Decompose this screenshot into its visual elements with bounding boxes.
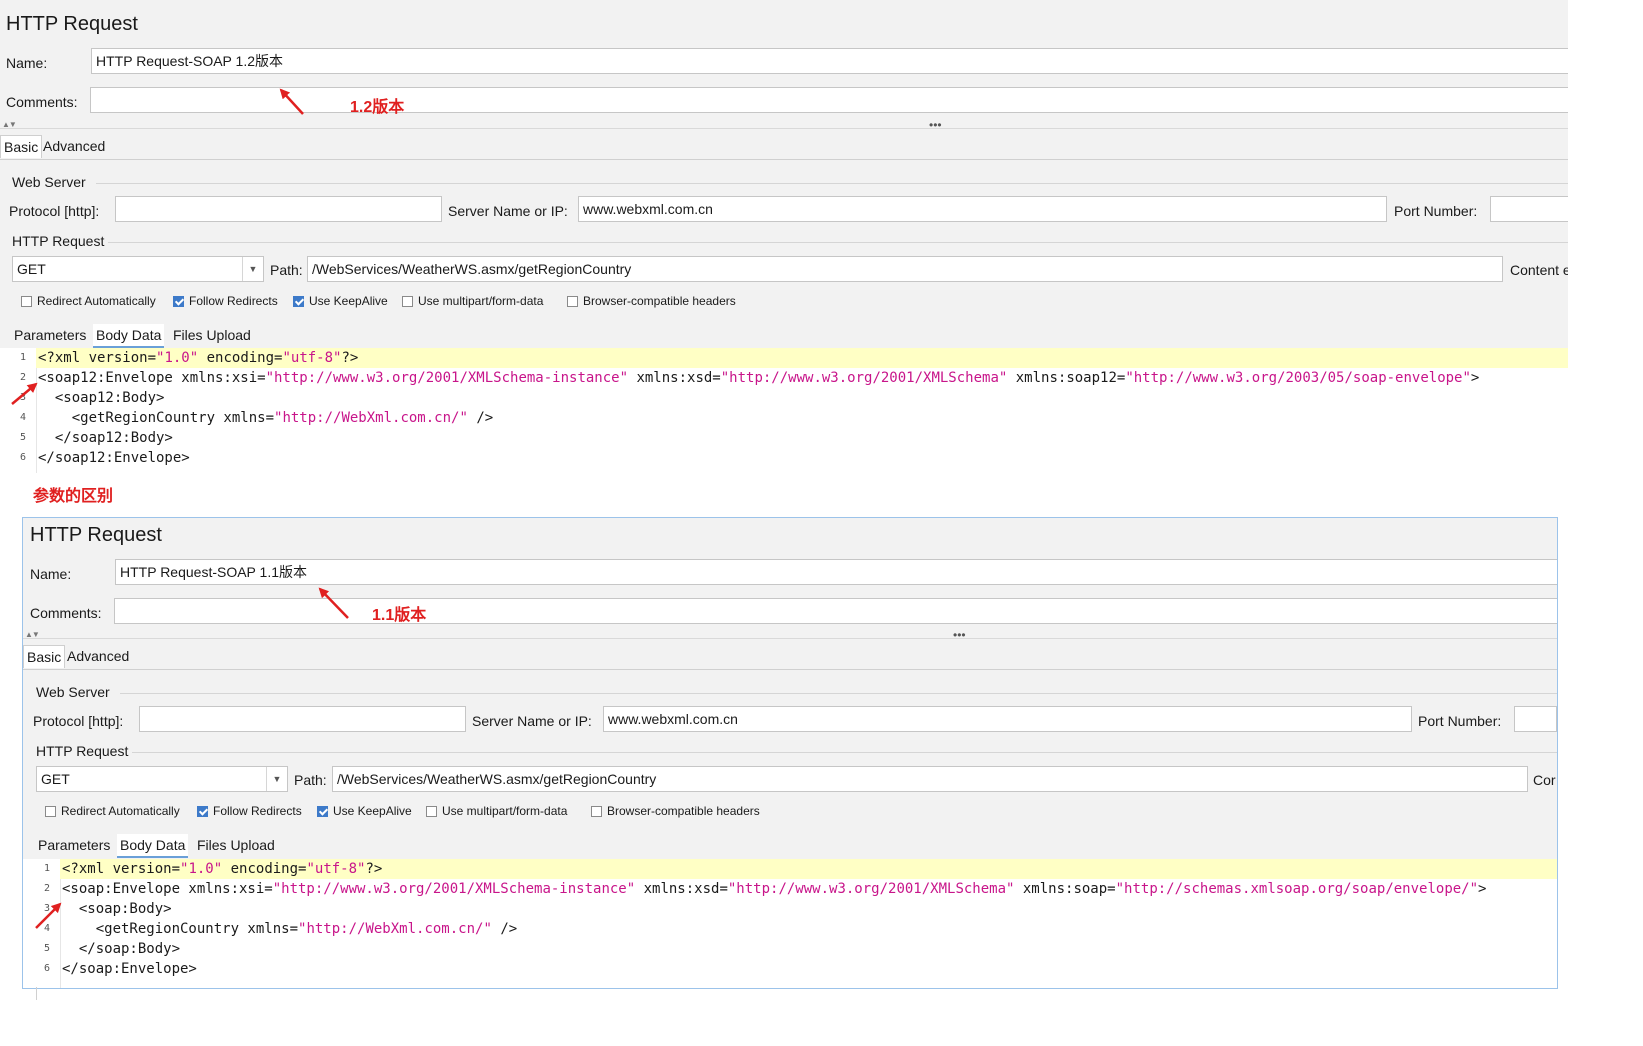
annotation-arrows (11, 88, 349, 929)
arrow-icon (318, 587, 349, 619)
arrow-icon (11, 382, 38, 405)
arrow-icon (279, 88, 304, 115)
arrow-icon (35, 902, 62, 929)
